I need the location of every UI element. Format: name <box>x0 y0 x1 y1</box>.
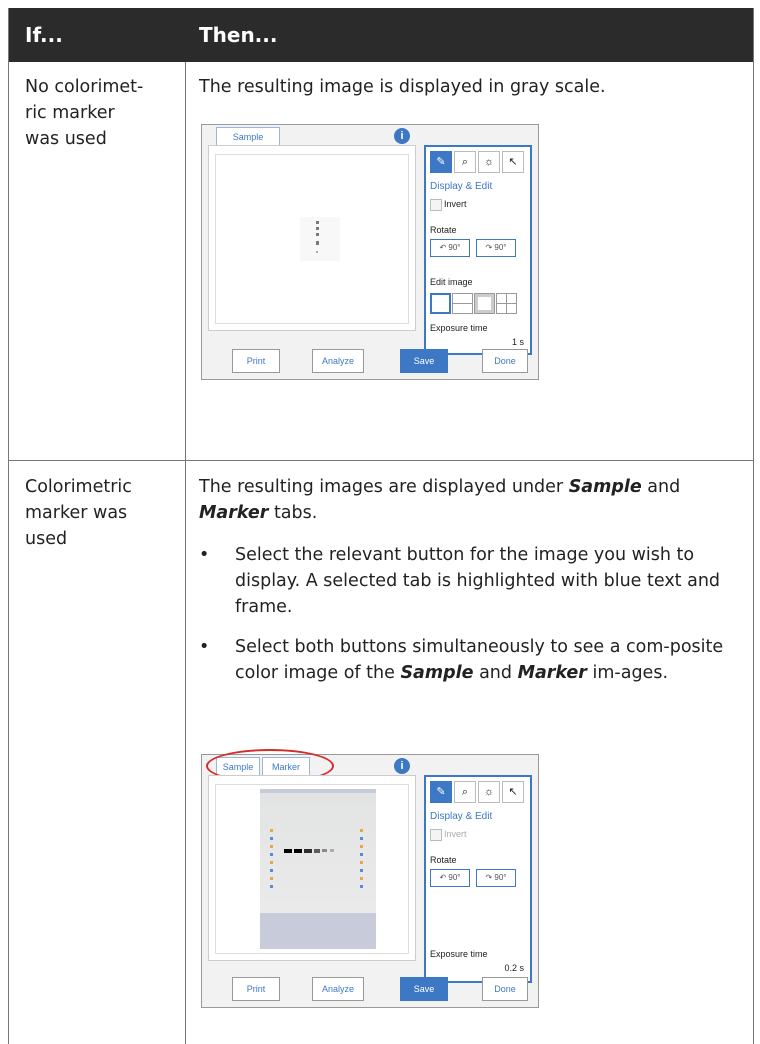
info-icon[interactable]: i <box>394 128 410 144</box>
gel-band <box>322 849 327 852</box>
exposure-label: Exposure time <box>430 949 488 959</box>
invert-label: Invert <box>444 199 467 209</box>
gel-band <box>294 849 302 853</box>
marker-lane <box>270 829 273 889</box>
image-panel <box>208 145 416 331</box>
edit-crop-button[interactable] <box>474 293 495 314</box>
screenshot-grayscale: Sample i ✎ ⌕ ☼ ↖ Display & Edit Invert R… <box>201 124 539 380</box>
image-view <box>215 784 409 954</box>
pipette-icon[interactable]: ↖ <box>502 781 524 803</box>
gel-band <box>304 849 312 853</box>
panel-title: Display & Edit <box>430 181 493 192</box>
exposure-value: 1 s <box>511 337 524 347</box>
row1-then-text: The resulting image is displayed in gray… <box>199 77 606 97</box>
row-divider <box>9 460 753 461</box>
pipette-icon[interactable]: ↖ <box>502 151 524 173</box>
rotate-label: Rotate <box>430 855 457 865</box>
invert-label: Invert <box>444 829 467 839</box>
edit-icon[interactable]: ✎ <box>430 151 452 173</box>
gel-band <box>330 849 334 852</box>
marker-lane <box>360 829 363 889</box>
gel-membrane <box>260 789 376 949</box>
row2-then-text: The resulting images are displayed under… <box>199 477 681 523</box>
display-edit-panel: ✎ ⌕ ☼ ↖ Display & Edit Invert Rotate ↶ 9… <box>424 145 532 355</box>
info-icon[interactable]: i <box>394 758 410 774</box>
brightness-icon[interactable]: ☼ <box>478 151 500 173</box>
screenshot-colorimetric: Sample Marker i ✎ ⌕ ☼ ↖ Display & Edit I… <box>201 749 539 1008</box>
analyze-button[interactable]: Analyze <box>312 349 364 373</box>
table-header: If... Then... <box>9 8 753 62</box>
gel-lane-shadow <box>300 217 340 261</box>
row1-if-cell: No colorimet- ric marker was used <box>25 77 144 149</box>
edit-full-button[interactable] <box>430 293 451 314</box>
zoom-icon[interactable]: ⌕ <box>454 781 476 803</box>
rotate-right-button[interactable]: ↷ 90° <box>476 239 516 257</box>
display-edit-panel: ✎ ⌕ ☼ ↖ Display & Edit Invert Rotate ↶ 9… <box>424 775 532 983</box>
header-then: Then... <box>199 23 278 47</box>
invert-checkbox[interactable] <box>430 199 442 211</box>
done-button[interactable]: Done <box>482 977 528 1001</box>
rotate-label: Rotate <box>430 225 457 235</box>
gel-band <box>314 849 320 853</box>
exposure-label: Exposure time <box>430 323 488 333</box>
list-item: • Select the relevant button for the ima… <box>199 545 721 617</box>
rotate-left-button[interactable]: ↶ 90° <box>430 869 470 887</box>
if-then-table: If... Then... No colorimet- ric marker w… <box>8 8 754 1044</box>
edit-quad-button[interactable] <box>496 293 517 314</box>
edit-split-button[interactable] <box>452 293 473 314</box>
analyze-button[interactable]: Analyze <box>312 977 364 1001</box>
image-panel <box>208 775 416 961</box>
gel-band <box>284 849 292 853</box>
image-view <box>215 154 409 324</box>
brightness-icon[interactable]: ☼ <box>478 781 500 803</box>
save-button[interactable]: Save <box>400 349 448 373</box>
list-item: • Select both buttons simultaneously to … <box>199 637 724 683</box>
done-button[interactable]: Done <box>482 349 528 373</box>
zoom-icon[interactable]: ⌕ <box>454 151 476 173</box>
exposure-value: 0.2 s <box>504 963 524 973</box>
rotate-left-button[interactable]: ↶ 90° <box>430 239 470 257</box>
tab-sample[interactable]: Sample <box>216 127 280 147</box>
panel-title: Display & Edit <box>430 811 493 822</box>
print-button[interactable]: Print <box>232 349 280 373</box>
rotate-right-button[interactable]: ↷ 90° <box>476 869 516 887</box>
edit-icon[interactable]: ✎ <box>430 781 452 803</box>
print-button[interactable]: Print <box>232 977 280 1001</box>
invert-checkbox[interactable] <box>430 829 442 841</box>
header-if: If... <box>25 23 63 47</box>
column-divider <box>185 62 186 1044</box>
row2-if-cell: Colorimetric marker was used <box>25 477 132 549</box>
save-button[interactable]: Save <box>400 977 448 1001</box>
edit-image-label: Edit image <box>430 277 473 287</box>
gel-area <box>260 793 376 913</box>
